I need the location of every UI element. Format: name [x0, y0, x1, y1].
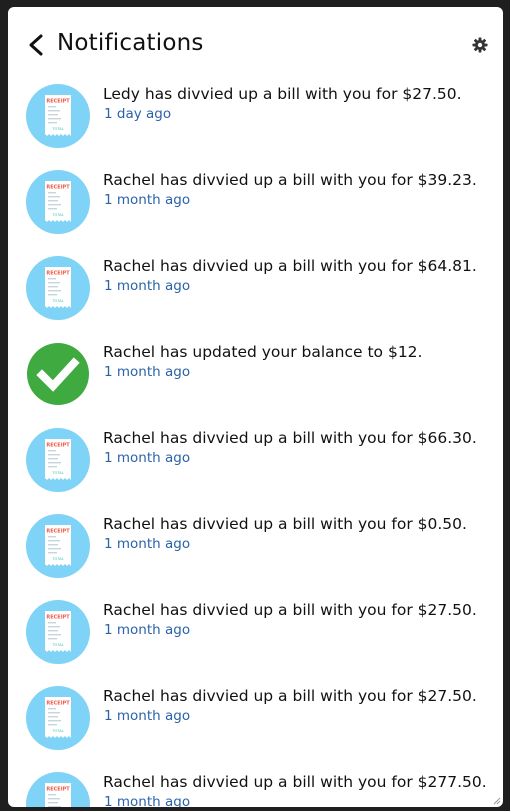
- notification-time: 1 month ago: [104, 622, 191, 638]
- receipt-footer: TOTAL: [51, 643, 63, 647]
- notification-message: Rachel has divvied up a bill with you fo…: [103, 687, 477, 705]
- notification-message: Rachel has divvied up a bill with you fo…: [103, 257, 477, 275]
- notifications-window: Notifications RECEIPT TOTAL Ledy has div…: [8, 7, 503, 807]
- checkmark-icon: [25, 341, 91, 407]
- receipt-icon: RECEIPT TOTAL: [25, 169, 91, 235]
- receipt-icon: RECEIPT TOTAL: [25, 83, 91, 149]
- notification-time: 1 month ago: [104, 450, 191, 466]
- notification-message: Rachel has divvied up a bill with you fo…: [103, 773, 487, 791]
- receipt-heading: RECEIPT: [46, 185, 70, 191]
- notification-list: RECEIPT TOTAL Ledy has divvied up a bill…: [8, 75, 503, 807]
- notification-message: Rachel has divvied up a bill with you fo…: [103, 601, 477, 619]
- notification-item[interactable]: RECEIPT TOTAL Ledy has divvied up a bill…: [8, 75, 503, 161]
- notification-item[interactable]: RECEIPT TOTAL Rachel has divvied up a bi…: [8, 161, 503, 247]
- notification-time: 1 month ago: [104, 192, 191, 208]
- receipt-icon: RECEIPT TOTAL: [25, 685, 91, 751]
- receipt-heading: RECEIPT: [46, 271, 70, 277]
- notification-time: 1 month ago: [104, 794, 191, 807]
- receipt-icon: RECEIPT TOTAL: [25, 255, 91, 321]
- page-title: Notifications: [57, 30, 204, 56]
- receipt-footer: TOTAL: [51, 127, 63, 131]
- notification-item[interactable]: Rachel has updated your balance to $12. 1…: [8, 333, 503, 419]
- receipt-heading: RECEIPT: [46, 443, 70, 449]
- chevron-left-icon[interactable]: [26, 33, 48, 57]
- notification-item[interactable]: RECEIPT TOTAL Rachel has divvied up a bi…: [8, 591, 503, 677]
- receipt-icon: RECEIPT TOTAL: [25, 771, 91, 807]
- notification-item[interactable]: RECEIPT TOTAL Rachel has divvied up a bi…: [8, 247, 503, 333]
- receipt-heading: RECEIPT: [46, 615, 70, 621]
- notification-message: Rachel has divvied up a bill with you fo…: [103, 171, 477, 189]
- notification-time: 1 month ago: [104, 708, 191, 724]
- notification-message: Rachel has updated your balance to $12.: [103, 343, 423, 361]
- receipt-footer: TOTAL: [51, 471, 63, 475]
- receipt-footer: TOTAL: [51, 213, 63, 217]
- notification-message: Ledy has divvied up a bill with you for …: [103, 85, 462, 103]
- receipt-heading: RECEIPT: [46, 99, 70, 105]
- notification-message: Rachel has divvied up a bill with you fo…: [103, 515, 467, 533]
- resize-grip-icon[interactable]: [491, 795, 501, 805]
- receipt-heading: RECEIPT: [46, 529, 70, 535]
- receipt-heading: RECEIPT: [46, 701, 70, 707]
- receipt-footer: TOTAL: [51, 729, 63, 733]
- header: Notifications: [8, 7, 503, 75]
- receipt-heading: RECEIPT: [46, 787, 70, 793]
- receipt-footer: TOTAL: [51, 557, 63, 561]
- receipt-footer: TOTAL: [51, 299, 63, 303]
- notification-message: Rachel has divvied up a bill with you fo…: [103, 429, 477, 447]
- notification-item[interactable]: RECEIPT TOTAL Rachel has divvied up a bi…: [8, 505, 503, 591]
- gear-icon[interactable]: [472, 37, 488, 53]
- notification-time: 1 day ago: [104, 106, 172, 122]
- notification-item[interactable]: RECEIPT TOTAL Rachel has divvied up a bi…: [8, 677, 503, 763]
- receipt-icon: RECEIPT TOTAL: [25, 427, 91, 493]
- receipt-icon: RECEIPT TOTAL: [25, 513, 91, 579]
- receipt-icon: RECEIPT TOTAL: [25, 599, 91, 665]
- notification-item[interactable]: RECEIPT TOTAL Rachel has divvied up a bi…: [8, 763, 503, 807]
- notification-time: 1 month ago: [104, 278, 191, 294]
- notification-time: 1 month ago: [104, 536, 191, 552]
- notification-item[interactable]: RECEIPT TOTAL Rachel has divvied up a bi…: [8, 419, 503, 505]
- notification-time: 1 month ago: [104, 364, 191, 380]
